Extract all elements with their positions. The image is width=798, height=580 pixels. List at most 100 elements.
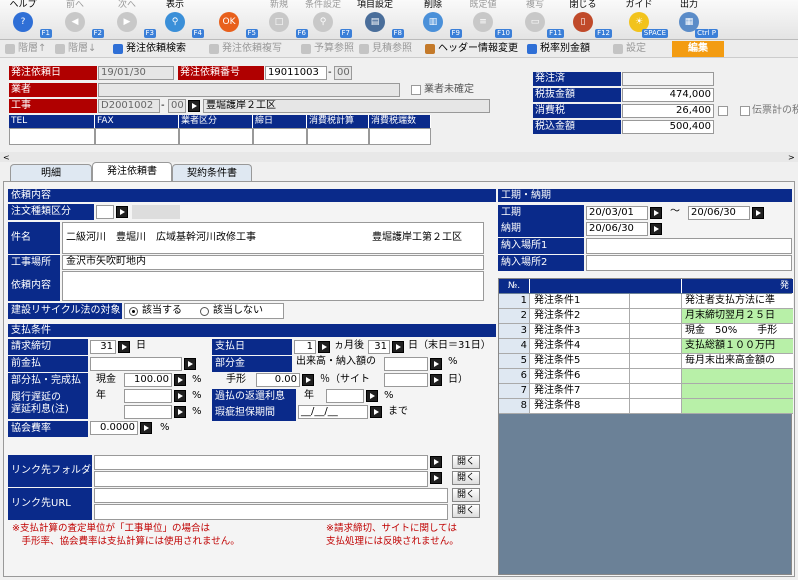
condition-content[interactable]: 現金 50% 手形 xyxy=(681,324,793,338)
link-folder-dropdown2-icon[interactable] xyxy=(430,472,442,484)
toolbar-button-4[interactable]: 表示 ⚲ F4 xyxy=(152,0,204,40)
subtoolbar-button-8[interactable]: 税率別金額 xyxy=(526,41,590,57)
order-sub-field[interactable]: 00 xyxy=(334,66,352,80)
toolbar-button-3[interactable]: 次へ ▶ F3 xyxy=(104,0,156,40)
pay-day-field[interactable]: 31 xyxy=(368,340,390,354)
recycle-yes-radio[interactable] xyxy=(129,307,138,316)
tab-contract-terms[interactable]: 契約条件書 xyxy=(172,164,252,182)
toolbar-button-9[interactable]: 削除 ▥ F9 xyxy=(410,0,462,40)
period-to-calendar-icon[interactable] xyxy=(752,207,764,219)
condition-row[interactable]: 1 発注条件1 発注者支払方法に準 xyxy=(499,294,793,309)
subtoolbar-button-9[interactable]: 設定 xyxy=(612,41,646,57)
due-calendar-icon[interactable] xyxy=(650,223,662,235)
delay-rate-field[interactable] xyxy=(124,405,172,419)
site-days-dropdown-icon[interactable] xyxy=(430,374,442,386)
pay-month-dropdown-icon[interactable] xyxy=(318,341,330,353)
condition-row[interactable]: 3 発注条件3 現金 50% 手形 xyxy=(499,324,793,339)
toolbar-button-1[interactable]: ヘルプ? F1 xyxy=(0,0,52,40)
order-kind-dropdown-icon[interactable] xyxy=(116,206,128,218)
cash-pct-field[interactable]: 100.00 xyxy=(124,373,172,387)
condition-row[interactable]: 5 発注条件5 毎月末出来高金額の xyxy=(499,354,793,369)
condition-row[interactable]: 2 発注条件2 月末締切翌月２５日 xyxy=(499,309,793,324)
bill-dropdown-icon[interactable] xyxy=(302,374,314,386)
work-sub-field[interactable]: 00 xyxy=(168,99,186,113)
warranty-dropdown-icon[interactable] xyxy=(370,406,382,418)
partial-dropdown-icon[interactable] xyxy=(430,358,442,370)
link-url-field2[interactable] xyxy=(94,504,448,520)
order-date-field[interactable]: 19/01/30 xyxy=(98,66,174,80)
content-field[interactable] xyxy=(62,271,484,301)
link-folder-field[interactable] xyxy=(94,455,428,470)
overpay-field[interactable] xyxy=(326,389,364,403)
link-folder-field2[interactable] xyxy=(94,471,428,487)
assoc-dropdown-icon[interactable] xyxy=(140,422,152,434)
tab-details[interactable]: 明細 xyxy=(10,164,92,182)
open-url2-button[interactable]: 開く xyxy=(452,504,480,518)
order-kind-field[interactable] xyxy=(96,205,114,219)
subtoolbar-button-4[interactable]: 発注依頼複写 xyxy=(208,41,282,57)
condition-row[interactable]: 4 発注条件4 支払総額１００万円 xyxy=(499,339,793,354)
slip-tax-checkbox[interactable] xyxy=(740,106,750,116)
delay-year-dropdown-icon[interactable] xyxy=(174,390,186,402)
bill-pct-field[interactable]: 0.00 xyxy=(256,373,300,387)
vendor-col-cell[interactable] xyxy=(179,128,253,145)
toolbar-button-10[interactable]: 既定値 ≡ F10 xyxy=(460,0,512,40)
period-to-field[interactable]: 20/06/30 xyxy=(688,206,750,220)
delay-year-field[interactable] xyxy=(124,389,172,403)
toolbar-button-8[interactable]: 項目設定 ▤ F8 xyxy=(352,0,404,40)
subtoolbar-button-1[interactable]: 階層↑ xyxy=(4,41,46,57)
recycle-no-radio[interactable] xyxy=(200,307,209,316)
period-from-calendar-icon[interactable] xyxy=(650,207,662,219)
overpay-dropdown-icon[interactable] xyxy=(366,390,378,402)
vendor-col-cell[interactable] xyxy=(369,128,431,145)
subtoolbar-button-3[interactable]: 発注依頼検索 xyxy=(112,41,186,57)
condition-content[interactable]: 発注者支払方法に準 xyxy=(681,294,793,308)
condition-content[interactable] xyxy=(681,384,793,398)
delivery2-field[interactable] xyxy=(586,255,792,271)
condition-content[interactable] xyxy=(681,369,793,383)
vendor-col-cell[interactable] xyxy=(9,128,95,145)
subtoolbar-button-7[interactable]: ヘッダー情報変更 xyxy=(424,41,518,57)
work-dropdown-icon[interactable] xyxy=(188,100,200,112)
toolbar-button-6[interactable]: 新規 □ F6 xyxy=(256,0,308,40)
warranty-date-field[interactable]: __/__/__ xyxy=(298,405,368,419)
vendor-undetermined-checkbox[interactable] xyxy=(411,85,421,95)
toolbar-button-7[interactable]: 条件設定 ⚲ F7 xyxy=(300,0,352,40)
due-field[interactable]: 20/06/30 xyxy=(586,222,648,236)
delay-rate-dropdown-icon[interactable] xyxy=(174,406,186,418)
cash-dropdown-icon[interactable] xyxy=(174,374,186,386)
delivery1-field[interactable] xyxy=(586,238,792,254)
vendor-col-cell[interactable] xyxy=(307,128,369,145)
link-folder-dropdown-icon[interactable] xyxy=(430,456,442,468)
subtoolbar-button-5[interactable]: 予算参照 xyxy=(300,41,354,57)
vendor-field[interactable] xyxy=(98,83,400,97)
closing-day-field[interactable]: 31 xyxy=(90,340,116,354)
condition-row[interactable]: 6 発注条件6 xyxy=(499,369,793,384)
edit-mode-button[interactable]: 編集 xyxy=(672,41,724,57)
vendor-col-cell[interactable] xyxy=(95,128,179,145)
period-from-field[interactable]: 20/03/01 xyxy=(586,206,648,220)
open-folder2-button[interactable]: 開く xyxy=(452,471,480,485)
condition-content[interactable] xyxy=(681,399,793,413)
scroll-right-icon[interactable]: > xyxy=(788,153,795,162)
condition-content[interactable]: 毎月末出来高金額の xyxy=(681,354,793,368)
toolbar-button-5[interactable]: OK F5 xyxy=(206,0,258,40)
closing-dropdown-icon[interactable] xyxy=(118,341,130,353)
pay-day-dropdown-icon[interactable] xyxy=(392,341,404,353)
open-folder-button[interactable]: 開く xyxy=(452,455,480,469)
tab-order-request[interactable]: 発注依頼書 xyxy=(92,162,172,182)
subtoolbar-button-2[interactable]: 階層↓ xyxy=(54,41,96,57)
condition-row[interactable]: 7 発注条件7 xyxy=(499,384,793,399)
link-url-field[interactable] xyxy=(94,488,448,503)
scroll-left-icon[interactable]: < xyxy=(3,153,10,162)
condition-content[interactable]: 支払総額１００万円 xyxy=(681,339,793,353)
open-url-button[interactable]: 開く xyxy=(452,488,480,502)
pay-month-field[interactable]: 1 xyxy=(294,340,316,354)
condition-row[interactable]: 8 発注条件8 xyxy=(499,399,793,414)
site-days-field[interactable] xyxy=(384,373,428,387)
toolbar-button-2[interactable]: 前へ ◀ F2 xyxy=(52,0,104,40)
partial-pct-field[interactable] xyxy=(384,357,428,371)
work-code-field[interactable]: D2001002 xyxy=(98,99,160,113)
assoc-rate-field[interactable]: 0.0000 xyxy=(90,421,138,435)
tax-edit-checkbox[interactable] xyxy=(718,106,728,116)
